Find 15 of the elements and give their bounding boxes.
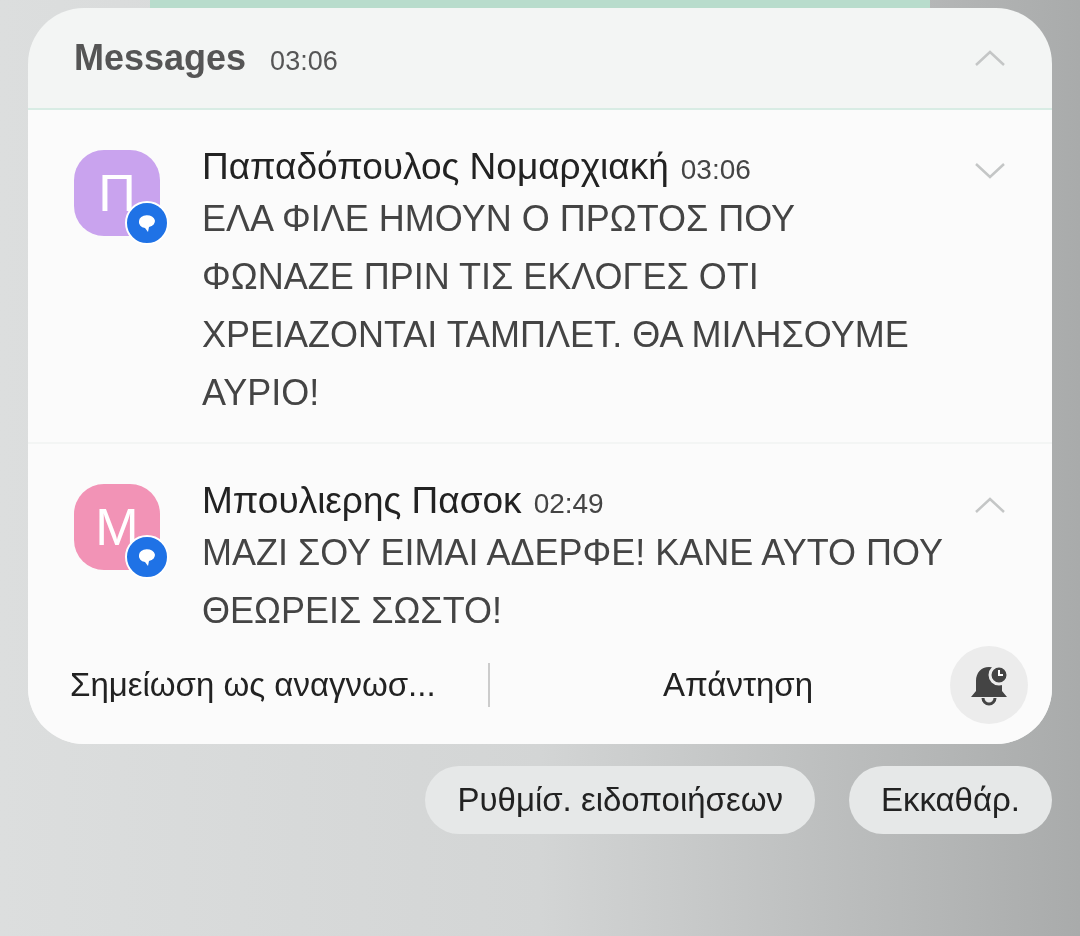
action-button[interactable]: Απάντηση xyxy=(588,656,888,714)
message-text: ΜΑΖΙ ΣΟΥ ΕΙΜΑΙ ΑΔΕΡΦΕ! ΚΑΝΕ ΑΥΤΟ ΠΟΥ ΘΕΩΡΕΙΣ ΣΩΣΤΟ! xyxy=(202,531,944,633)
sender-name: Μπουλιερης Πασοκ xyxy=(202,480,522,522)
chevron-icon[interactable] xyxy=(974,496,1006,514)
footer-button[interactable]: Εκκαθάρ. xyxy=(848,766,1052,834)
chevron-icon[interactable] xyxy=(974,49,1006,67)
sender-name: Παπαδόπουλος Νομαρχιακή xyxy=(202,146,669,188)
notification-time: 03:06 xyxy=(270,45,338,77)
action-button[interactable]: Σημείωση ως αναγνωσ... xyxy=(70,656,470,714)
app-name: Messages xyxy=(74,37,247,79)
footer-button[interactable]: Ρυθμίσ. ειδοποιήσεων xyxy=(425,766,815,834)
message-time: 03:06 xyxy=(680,154,751,186)
chevron-icon[interactable] xyxy=(974,162,1006,180)
message-time: 02:49 xyxy=(533,488,604,520)
message-text: ΕΛΑ ΦΙΛΕ ΗΜΟΥΝ Ο ΠΡΩΤΟΣ ΠΟΥ ΦΩΝΑΖΕ ΠΡΙΝ ΤΙΣ ΕΚΛΟΓΕΣ ΟΤΙ ΧΡΕΙΑΖΟΝΤΑΙ ΤΑΜΠΛΕΤ. ΘΑ ΜΙΛΗΣΟΥΜΕ ΑΥΡΙΟ! xyxy=(202,197,910,415)
